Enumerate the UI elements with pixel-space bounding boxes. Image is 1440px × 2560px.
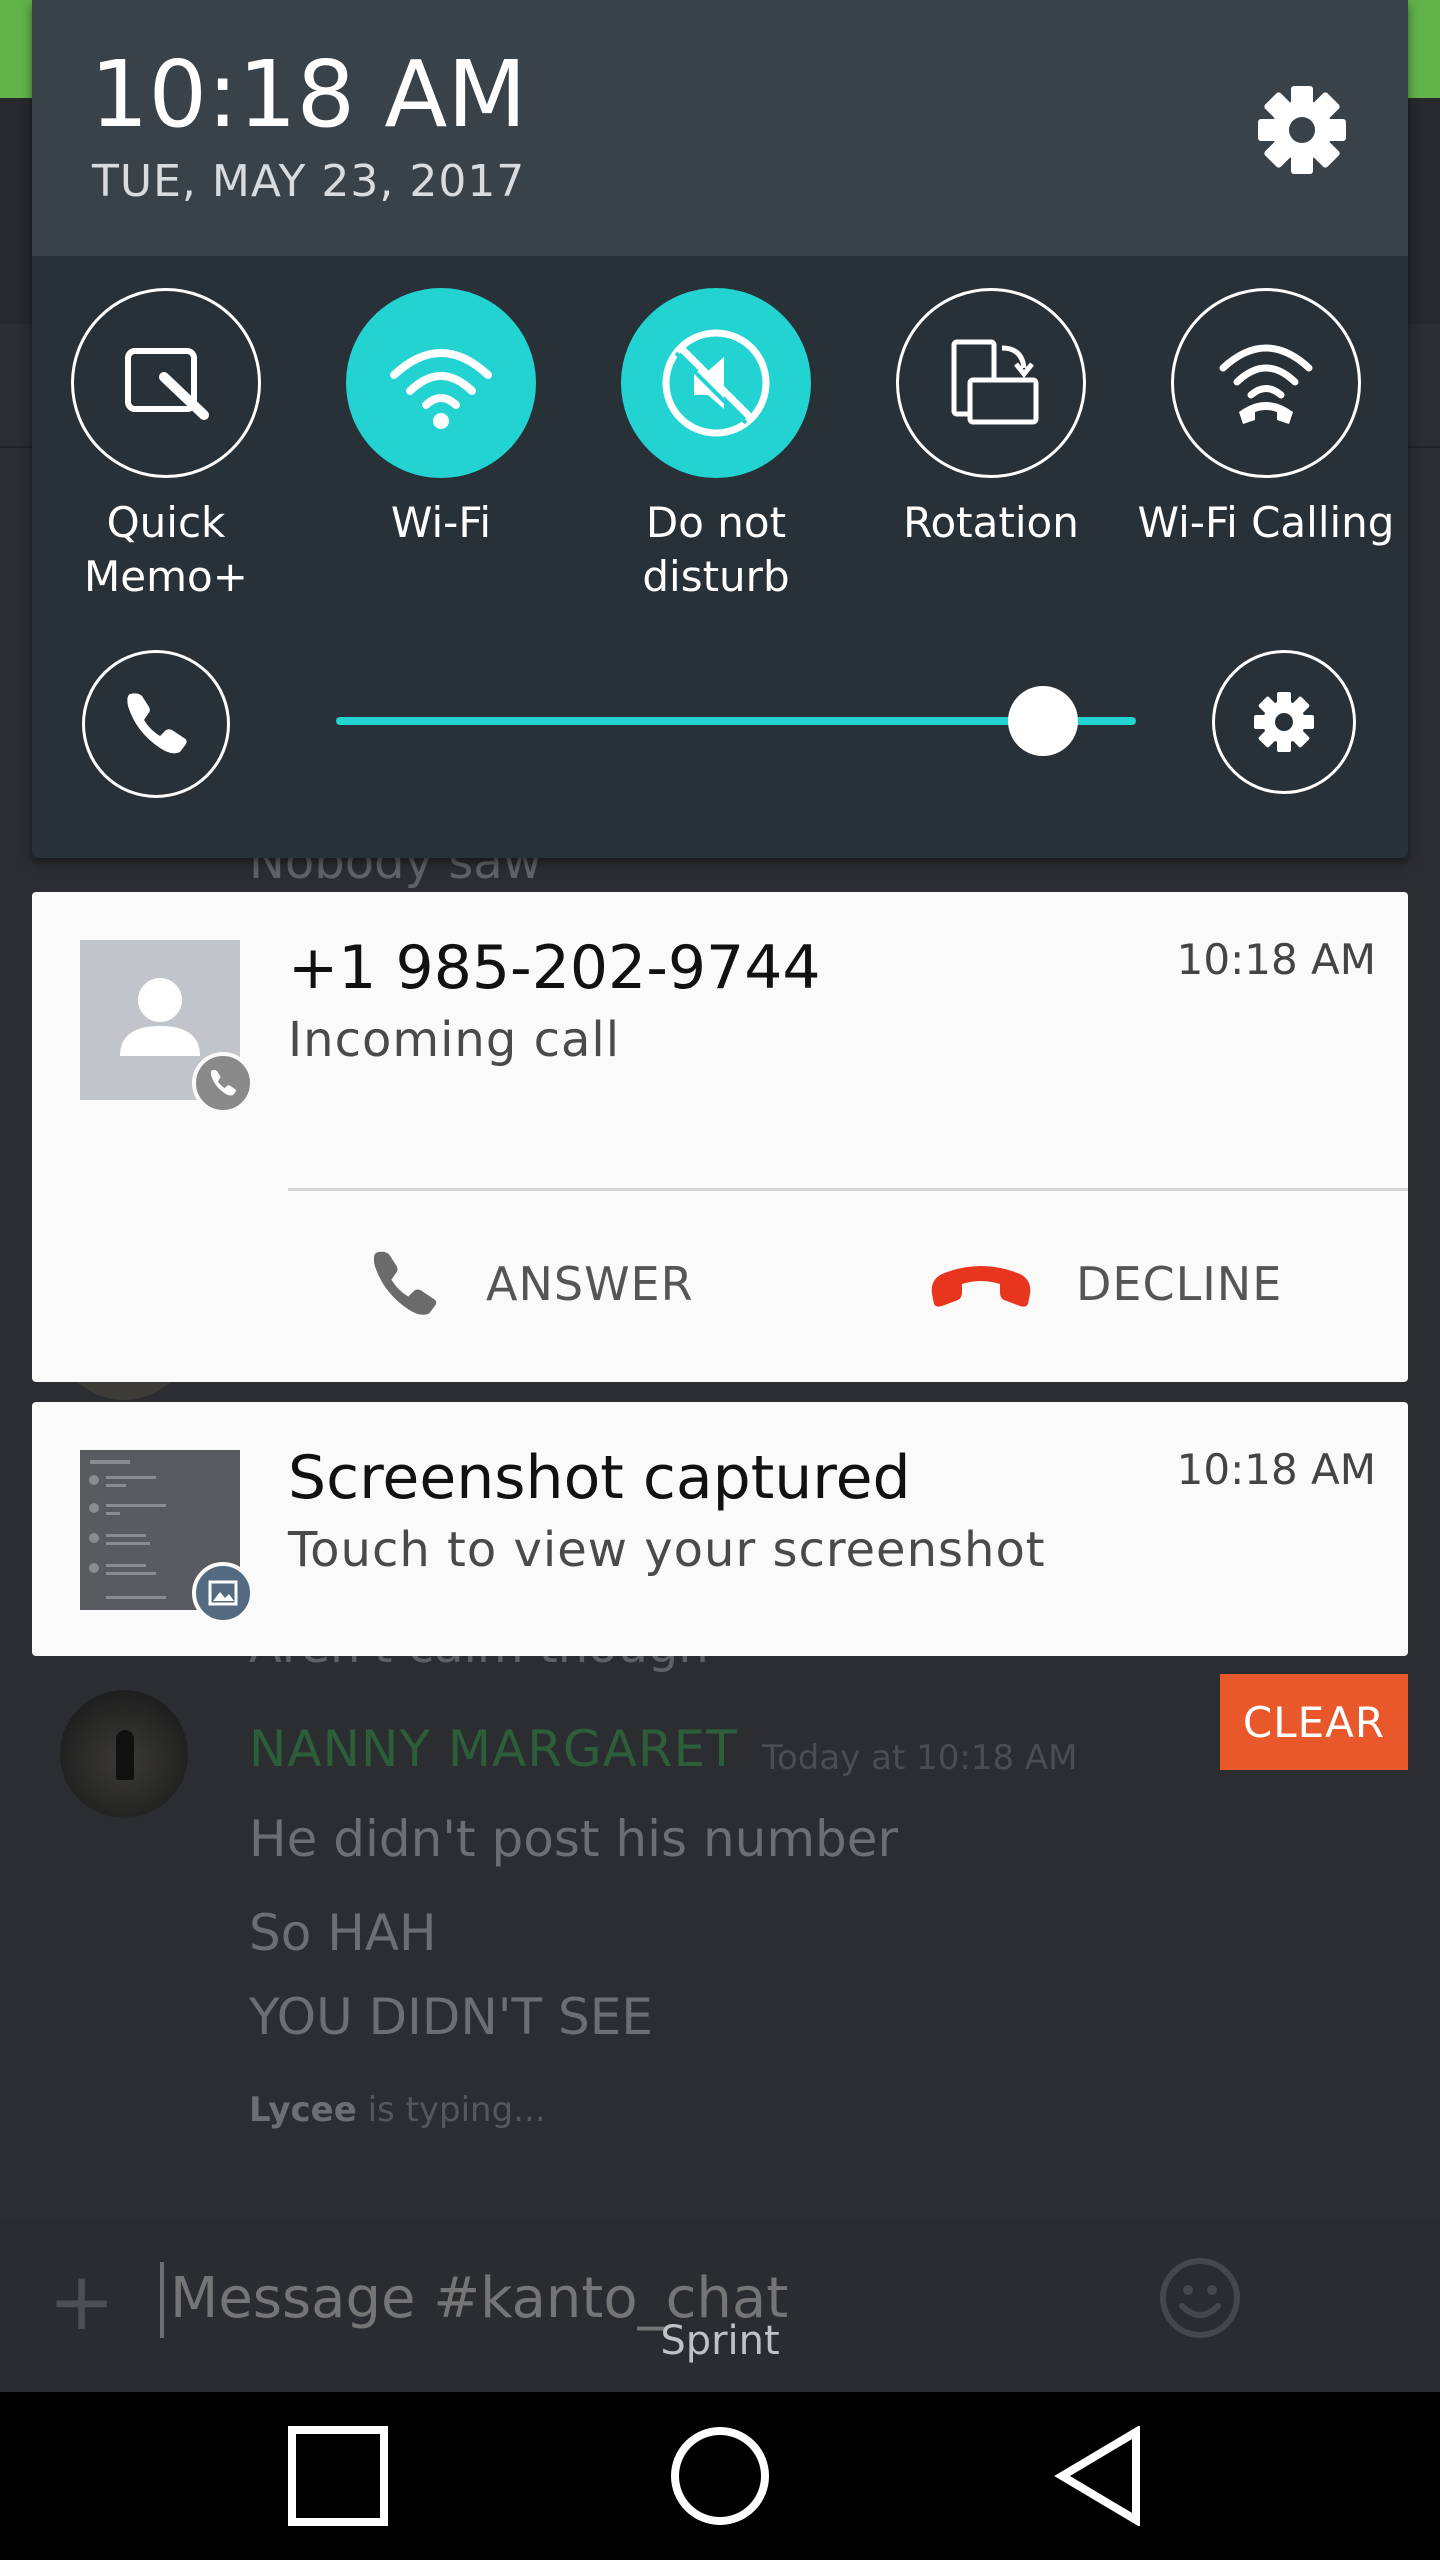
brightness-slider-thumb[interactable]: [1007, 686, 1078, 756]
back-button[interactable]: [1002, 2392, 1202, 2560]
background-user-avatar[interactable]: [60, 1690, 188, 1818]
tile-circle[interactable]: [621, 288, 811, 478]
message-timestamp: Today at 10:18 AM: [762, 1738, 1078, 1778]
notification-time: 10:18 AM: [1176, 935, 1376, 984]
background-accent-left: [0, 0, 34, 98]
tile-label: Wi-Fi: [390, 498, 492, 547]
tile-circle[interactable]: [71, 288, 261, 478]
tile-do-not-disturb[interactable]: Do not disturb: [619, 288, 813, 604]
tile-label: Wi-Fi Calling: [1137, 498, 1395, 547]
recent-apps-icon: [288, 2426, 388, 2526]
message-username[interactable]: NANNY MARGARET: [249, 1720, 738, 1778]
typing-indicator: Lycee is typing...: [249, 2090, 546, 2130]
image-badge-icon: [192, 1562, 254, 1624]
background-accent-right: [1406, 0, 1440, 98]
home-icon: [671, 2427, 769, 2525]
tile-circle[interactable]: [1171, 288, 1361, 478]
quick-memo-icon: [125, 348, 209, 420]
tile-label: Rotation: [903, 498, 1079, 547]
phone-answer-icon: [373, 1251, 437, 1315]
decline-button[interactable]: DECLINE: [926, 1234, 1282, 1334]
wifi-calling-icon: [1219, 344, 1313, 424]
screenshot-title: Screenshot captured: [288, 1443, 911, 1513]
tile-label: Quick Memo+: [84, 498, 248, 601]
caller-number: +1 985-202-9744: [288, 933, 821, 1003]
notification-shade: 10:18 AM TUE, MAY 23, 2017 Quick Memo+ W…: [32, 0, 1408, 858]
message-line: He didn't post his number: [249, 1810, 899, 1868]
tile-wifi-calling[interactable]: Wi-Fi Calling: [1138, 288, 1394, 550]
navigation-bar: [0, 2392, 1440, 2560]
divider: [288, 1188, 1408, 1191]
date: TUE, MAY 23, 2017: [92, 156, 526, 207]
phone-button[interactable]: [82, 650, 230, 798]
screenshot-subtitle: Touch to view your screenshot: [288, 1522, 1046, 1578]
tile-circle[interactable]: [346, 288, 536, 478]
notification-time: 10:18 AM: [1176, 1445, 1376, 1494]
screenshot-notification[interactable]: Screenshot captured Touch to view your s…: [32, 1402, 1408, 1656]
tile-rotation[interactable]: Rotation: [894, 288, 1088, 550]
wifi-icon: [390, 349, 492, 429]
phone-icon: [127, 693, 187, 754]
phone-hangup-icon: [931, 1266, 1031, 1307]
phone-badge-icon: [192, 1052, 254, 1114]
shade-header: 10:18 AM TUE, MAY 23, 2017: [32, 0, 1408, 256]
screenshot-thumbnail: [80, 1450, 254, 1624]
answer-button[interactable]: ANSWER: [362, 1234, 694, 1334]
carrier-label: Sprint: [660, 2318, 780, 2364]
home-button[interactable]: [620, 2392, 820, 2560]
rotation-icon: [951, 339, 1039, 425]
tile-quick-memo[interactable]: Quick Memo+: [69, 288, 263, 604]
clear-notifications-button[interactable]: CLEAR: [1220, 1674, 1408, 1770]
do-not-disturb-icon: [662, 329, 770, 437]
recent-apps-button[interactable]: [238, 2392, 438, 2560]
answer-label: ANSWER: [486, 1257, 694, 1311]
tile-circle[interactable]: [896, 288, 1086, 478]
message-line: YOU DIDN'T SEE: [249, 1988, 653, 2046]
settings-gear-icon[interactable]: [1246, 74, 1358, 186]
decline-label: DECLINE: [1076, 1257, 1283, 1311]
clock: 10:18 AM: [90, 41, 527, 148]
contact-avatar: [80, 940, 254, 1114]
message-line: So HAH: [249, 1904, 437, 1962]
tile-wifi[interactable]: Wi-Fi: [344, 288, 538, 550]
back-icon: [1054, 2426, 1140, 2526]
brightness-settings-button[interactable]: [1212, 650, 1356, 794]
incoming-call-notification[interactable]: +1 985-202-9744 Incoming call 10:18 AM A…: [32, 892, 1408, 1382]
gear-icon: [1254, 692, 1314, 752]
tile-label: Do not disturb: [642, 498, 790, 601]
call-status: Incoming call: [288, 1012, 621, 1068]
